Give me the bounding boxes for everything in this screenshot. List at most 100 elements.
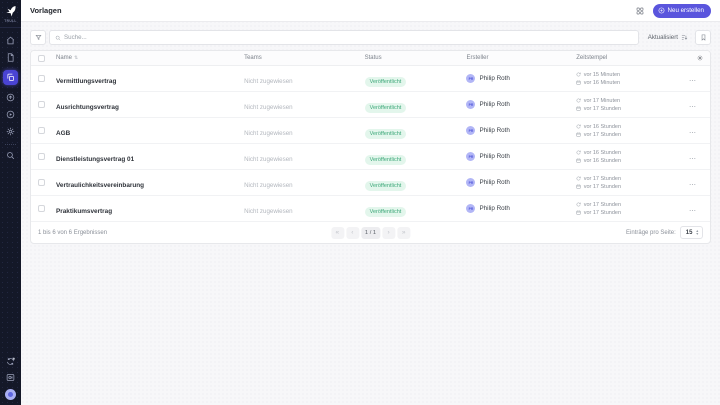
sort-arrows-icon: ⇅ bbox=[74, 55, 79, 61]
apps-grid-icon[interactable] bbox=[636, 7, 644, 15]
sort-updated-label: Aktualisiert bbox=[647, 34, 678, 41]
creator-avatar: PR bbox=[466, 152, 476, 161]
updated-timestamp: vor 17 Stunden bbox=[583, 201, 622, 208]
saved-views-button[interactable] bbox=[695, 30, 711, 45]
teams-value: Nicht zugewiesen bbox=[244, 129, 293, 137]
template-name[interactable]: Praktikumsvertrag bbox=[56, 208, 112, 215]
updated-timestamp: vor 16 Stunden bbox=[583, 149, 622, 156]
calendar-icon bbox=[576, 210, 581, 215]
template-name[interactable]: Vermittlungsvertrag bbox=[56, 78, 116, 85]
created-timestamp: vor 16 Minuten bbox=[583, 79, 621, 86]
templates-table: Name ⇅ Teams Status Ersteller Zeitstempe… bbox=[30, 50, 711, 244]
per-page-label: Einträge pro Seite: bbox=[626, 229, 676, 236]
refresh-icon bbox=[576, 202, 581, 207]
row-actions-button[interactable]: ⋯ bbox=[689, 208, 697, 215]
created-timestamp: vor 17 Stunden bbox=[583, 131, 622, 138]
calendar-icon bbox=[576, 106, 581, 111]
page-title: Vorlagen bbox=[30, 6, 62, 15]
template-name[interactable]: AGB bbox=[56, 130, 70, 137]
sidebar-dotted-divider bbox=[5, 144, 16, 145]
teams-value: Nicht zugewiesen bbox=[244, 155, 293, 163]
row-checkbox[interactable] bbox=[38, 179, 45, 186]
home-icon bbox=[6, 36, 15, 45]
refresh-icon bbox=[576, 72, 581, 77]
creator-name: Philip Roth bbox=[479, 205, 510, 212]
creator-name: Philip Roth bbox=[479, 75, 510, 82]
creator-name: Philip Roth bbox=[479, 101, 510, 108]
select-all-checkbox[interactable] bbox=[38, 54, 45, 62]
creator-name: Philip Roth bbox=[479, 127, 510, 134]
sidebar-item-publish[interactable] bbox=[6, 93, 15, 102]
stepper-arrows-icon: ▲ ▼ bbox=[695, 228, 699, 236]
funnel-icon bbox=[35, 35, 41, 40]
per-page-select[interactable]: 15 ▲ ▼ bbox=[679, 226, 703, 239]
sort-descending-icon bbox=[681, 35, 688, 40]
sidebar-item-home[interactable] bbox=[6, 36, 15, 45]
filter-button[interactable] bbox=[30, 30, 46, 45]
status-badge: Veröffentlicht bbox=[364, 102, 407, 113]
creator-avatar: PR bbox=[466, 74, 476, 83]
row-actions-button[interactable]: ⋯ bbox=[689, 182, 697, 189]
column-header-creator[interactable]: Ersteller bbox=[466, 55, 576, 61]
creator-avatar: PR bbox=[466, 178, 476, 187]
created-timestamp: vor 17 Stunden bbox=[583, 105, 622, 112]
column-header-teams[interactable]: Teams bbox=[244, 55, 365, 61]
brand-logo-bird-icon bbox=[5, 6, 16, 17]
gear-icon bbox=[6, 127, 15, 136]
table-settings-gear-icon[interactable] bbox=[697, 55, 703, 61]
creator-name: Philip Roth bbox=[479, 153, 510, 160]
sidebar-item-settings[interactable] bbox=[6, 127, 15, 136]
sidebar-item-search[interactable] bbox=[6, 151, 15, 160]
sidebar-item-media[interactable] bbox=[6, 110, 15, 119]
updated-timestamp: vor 15 Minuten bbox=[583, 71, 621, 78]
results-count: 1 bis 6 von 6 Ergebnissen bbox=[38, 229, 108, 236]
plus-circle-icon bbox=[658, 7, 664, 14]
sync-notification-icon bbox=[7, 357, 15, 366]
row-actions-button[interactable]: ⋯ bbox=[689, 104, 697, 111]
refresh-icon bbox=[576, 150, 581, 155]
row-checkbox[interactable] bbox=[38, 205, 45, 212]
table-row: AGB Nicht zugewiesen Veröffentlicht PR P… bbox=[31, 118, 710, 144]
row-checkbox[interactable] bbox=[38, 127, 45, 134]
status-badge: Veröffentlicht bbox=[364, 128, 407, 139]
sidebar-item-templates[interactable] bbox=[3, 70, 18, 85]
column-header-name[interactable]: Name ⇅ bbox=[56, 55, 244, 61]
column-header-status[interactable]: Status bbox=[365, 55, 467, 61]
last-page-button[interactable]: » bbox=[397, 226, 411, 239]
search-input[interactable] bbox=[64, 34, 633, 41]
previous-page-button[interactable]: ‹ bbox=[345, 226, 359, 239]
row-checkbox[interactable] bbox=[38, 153, 45, 160]
status-badge: Veröffentlicht bbox=[364, 206, 407, 217]
creator-avatar: PR bbox=[466, 204, 476, 213]
row-actions-button[interactable]: ⋯ bbox=[689, 78, 697, 85]
search-icon bbox=[55, 35, 61, 40]
row-actions-button[interactable]: ⋯ bbox=[689, 156, 697, 163]
calendar-icon bbox=[576, 184, 581, 189]
new-create-label: Neu erstellen bbox=[667, 7, 704, 14]
template-name[interactable]: Ausrichtungsvertrag bbox=[56, 104, 119, 111]
sidebar-item-sync[interactable] bbox=[6, 357, 15, 366]
brand-name: TRULL bbox=[4, 19, 17, 23]
row-actions-button[interactable]: ⋯ bbox=[689, 130, 697, 137]
row-checkbox[interactable] bbox=[38, 101, 45, 108]
search-box bbox=[49, 30, 639, 45]
sort-updated-control[interactable]: Aktualisiert bbox=[648, 34, 688, 41]
row-checkbox[interactable] bbox=[38, 75, 45, 82]
template-name[interactable]: Dienstleistungsvertrag 01 bbox=[56, 156, 134, 163]
created-timestamp: vor 16 Stunden bbox=[583, 157, 622, 164]
sidebar-item-documents[interactable] bbox=[6, 53, 15, 62]
user-avatar[interactable] bbox=[5, 389, 16, 400]
next-page-button[interactable]: › bbox=[382, 226, 396, 239]
teams-value: Nicht zugewiesen bbox=[244, 181, 293, 189]
first-page-button[interactable]: « bbox=[330, 226, 344, 239]
main-area: Vorlagen Neu erstellen Aktualisiert Name bbox=[21, 0, 720, 405]
template-name[interactable]: Vertraulichkeitsvereinbarung bbox=[56, 182, 144, 189]
new-create-button[interactable]: Neu erstellen bbox=[652, 3, 711, 18]
created-timestamp: vor 17 Stunden bbox=[583, 209, 622, 216]
pagination: « ‹ 1 / 1 › » bbox=[330, 226, 411, 239]
creator-avatar: PR bbox=[466, 126, 476, 135]
table-row: Vermittlungsvertrag Nicht zugewiesen Ver… bbox=[31, 66, 710, 92]
sidebar-item-workspace[interactable] bbox=[6, 373, 15, 382]
updated-timestamp: vor 17 Stunden bbox=[583, 175, 622, 182]
column-header-timestamp[interactable]: Zeitstempel bbox=[576, 55, 683, 61]
